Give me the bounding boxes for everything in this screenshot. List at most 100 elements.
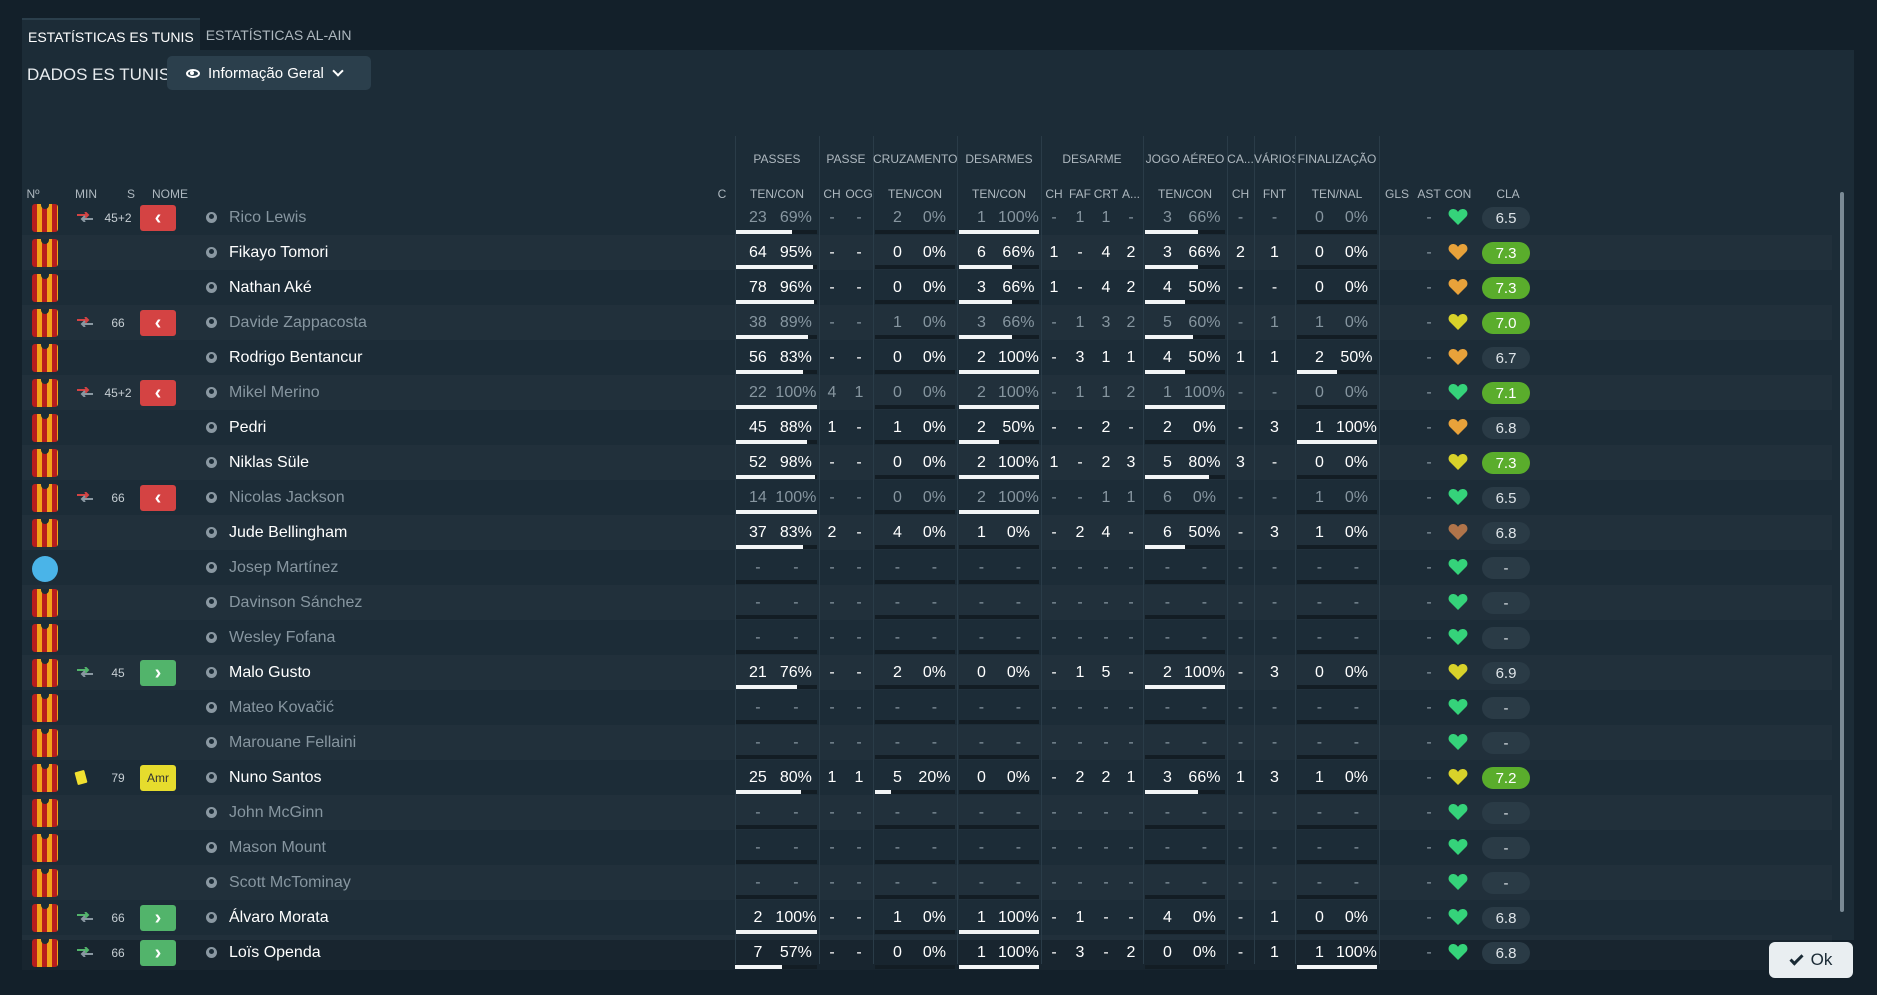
player-icon: [206, 317, 217, 328]
player-name[interactable]: Mateo Kovačić: [229, 690, 529, 725]
table-row[interactable]: Mateo Kovačić - - - - - - - - - - - - - - - - - - - -: [22, 690, 1832, 725]
ok-button[interactable]: Ok: [1769, 942, 1853, 978]
column-header[interactable]: TEN/CON: [873, 187, 957, 201]
player-name[interactable]: Davide Zappacosta: [229, 305, 529, 340]
passe-ch: -: [829, 663, 835, 681]
column-header[interactable]: OCG: [845, 187, 873, 201]
tab-estatisticas-es-tunis[interactable]: ESTATÍSTICAS ES TUNIS: [22, 18, 200, 50]
player-name[interactable]: Mason Mount: [229, 830, 529, 865]
table-row[interactable]: 66 ‹ Nicolas Jackson 14 100% - -0 0% 2 100% - -1 1 6 0…: [22, 480, 1832, 515]
table-row[interactable]: Nathan Aké 78 96% - -0 0% 3 66% 1-4 2 4 50% - -0 0% -7.…: [22, 270, 1832, 305]
varios-fnt: 1: [1270, 943, 1279, 961]
column-header[interactable]: FNT: [1254, 187, 1295, 201]
yellow-card-badge: Amr: [140, 765, 176, 791]
table-row[interactable]: 66 › Loïs Openda 7 57% - -0 0% 1 100% -3-2 0 0% -1 1 10…: [22, 935, 1832, 970]
fin-bar: [1297, 720, 1377, 724]
condition-heart-icon: [1448, 769, 1468, 785]
passes-bar-fill: [735, 965, 782, 969]
player-name[interactable]: Marouane Fellaini: [229, 725, 529, 760]
column-header[interactable]: FAF: [1067, 187, 1093, 201]
table-row[interactable]: Marouane Fellaini - - - - - - - - - - - - - - - - - - - -: [22, 725, 1832, 760]
fin-bar: [1297, 860, 1377, 864]
player-name[interactable]: Wesley Fofana: [229, 620, 529, 655]
table-row[interactable]: Davinson Sánchez - - - - - - - - - - - - - - - - - - - -: [22, 585, 1832, 620]
passe-ch: -: [829, 278, 835, 296]
column-header[interactable]: AST: [1415, 187, 1443, 201]
column-header[interactable]: GLS: [1379, 187, 1415, 201]
aereo-bar: [1145, 615, 1225, 619]
condition-heart-icon: [1448, 874, 1468, 890]
scrollbar[interactable]: [1840, 192, 1844, 912]
table-row[interactable]: 45+2 ‹ Rico Lewis 23 69% - -2 0% 1 100% -1 1-3 66% - -…: [22, 200, 1832, 235]
table-row[interactable]: John McGinn - - - - - - - - - - - - - - - - - - - -: [22, 795, 1832, 830]
player-name[interactable]: Malo Gusto: [229, 655, 529, 690]
column-header[interactable]: C: [715, 187, 729, 201]
table-row[interactable]: 45 › Malo Gusto 21 76% - -2 0% 0 0% -1 5-2 100% -3 0 0%…: [22, 655, 1832, 690]
player-name[interactable]: Jude Bellingham: [229, 515, 529, 550]
substitution-in-icon: [77, 912, 93, 922]
column-header[interactable]: TEN/CON: [1143, 187, 1227, 201]
player-name[interactable]: Fikayo Tomori: [229, 235, 529, 270]
table-row[interactable]: Scott McTominay - - - - - - - - - - - - - - - - - - - -: [22, 865, 1832, 900]
player-name[interactable]: John McGinn: [229, 795, 529, 830]
player-name[interactable]: Josep Martínez: [229, 550, 529, 585]
passes-bar-fill: [735, 440, 808, 444]
table-row[interactable]: 79 Amr Nuno Santos 25 80% 1 1 5 20% 0 0% -2 2 1 3 66% 1 3…: [22, 760, 1832, 795]
table-row[interactable]: 66 ‹ Davide Zappacosta 38 89% - -1 0% 3 66% -1 3 2 5 6…: [22, 305, 1832, 340]
column-header[interactable]: CH: [1227, 187, 1254, 201]
passes-bar-fill: [735, 300, 814, 304]
table-row[interactable]: Fikayo Tomori 64 95% - -0 0% 6 66% 1-4 2 3 66% 2 1 0 0%…: [22, 235, 1832, 270]
column-header[interactable]: TEN/CON: [735, 187, 819, 201]
column-header[interactable]: CH: [1041, 187, 1067, 201]
table-row[interactable]: Rodrigo Bentancur 56 83% - -0 0% 2 100% -3 1 1 4 50%…: [22, 340, 1832, 375]
passe-ocg: 1: [854, 383, 864, 401]
table-row[interactable]: 66 › Álvaro Morata 2 100% - -1 0% 1 100% -1- -4 0% -1…: [22, 900, 1832, 935]
column-header[interactable]: CH: [819, 187, 845, 201]
player-name[interactable]: Davinson Sánchez: [229, 585, 529, 620]
column-header[interactable]: TEN/CON: [957, 187, 1041, 201]
shirt-icon: [32, 274, 58, 302]
column-header[interactable]: TEN/NAL: [1295, 187, 1379, 201]
player-name[interactable]: Rico Lewis: [229, 200, 529, 235]
player-name[interactable]: Nicolas Jackson: [229, 480, 529, 515]
desarme-faf: 1: [1075, 208, 1085, 226]
column-header[interactable]: CLA: [1473, 187, 1543, 201]
column-divider: [735, 136, 736, 964]
column-header[interactable]: CON: [1443, 187, 1473, 201]
fin-bar: [1297, 685, 1377, 689]
player-name[interactable]: Rodrigo Bentancur: [229, 340, 529, 375]
table-row[interactable]: Wesley Fofana - - - - - - - - - - - - - - - - - - - -: [22, 620, 1832, 655]
desarme-crt: -: [1103, 628, 1109, 646]
player-name[interactable]: Mikel Merino: [229, 375, 529, 410]
tab-estatisticas-al-ain[interactable]: ESTATÍSTICAS AL-AIN: [200, 18, 358, 50]
column-header[interactable]: Nº: [22, 187, 44, 201]
column-header[interactable]: S: [122, 187, 140, 201]
table-row[interactable]: Jude Bellingham 37 83% 2-4 0% 1 0% -2 4-6 50% -3 1 0…: [22, 515, 1832, 550]
condition-heart-icon: [1448, 244, 1468, 260]
table-row[interactable]: Niklas Süle 52 98% - -0 0% 2 100% 1-2 3 5 80% 3-0 0% -…: [22, 445, 1832, 480]
table-row[interactable]: Pedri 45 88% 1-1 0% 2 50% - -2-2 0% -3 1 100% -6.8: [22, 410, 1832, 445]
passes-bar: [735, 300, 817, 304]
view-dropdown[interactable]: Informação Geral: [167, 56, 371, 90]
player-name[interactable]: Niklas Süle: [229, 445, 529, 480]
ca-ch: -: [1237, 593, 1244, 611]
column-header[interactable]: NOME: [152, 187, 192, 201]
goals: [1379, 480, 1415, 515]
player-name[interactable]: Pedri: [229, 410, 529, 445]
table-row[interactable]: Mason Mount - - - - - - - - - - - - - - - - - - - -: [22, 830, 1832, 865]
cruz-bar: [875, 300, 955, 304]
player-name[interactable]: Scott McTominay: [229, 865, 529, 900]
player-name[interactable]: Nathan Aké: [229, 270, 529, 305]
passe-ch: -: [829, 873, 835, 891]
table-row[interactable]: Josep Martínez - - - - - - - - - - - - - - - - - - - -: [22, 550, 1832, 585]
column-header[interactable]: CRT: [1093, 187, 1119, 201]
column-header[interactable]: A...: [1119, 187, 1143, 201]
passes-bar-fill: [735, 545, 804, 549]
group-header: CA...: [1227, 152, 1254, 166]
player-name[interactable]: Loïs Openda: [229, 935, 529, 970]
column-header[interactable]: MIN: [72, 187, 100, 201]
table-row[interactable]: 45+2 ‹ Mikel Merino 22 100% 4 1 0 0% 2 100% -1 1 2 1 10…: [22, 375, 1832, 410]
player-name[interactable]: Nuno Santos: [229, 760, 529, 795]
minutes: 45: [111, 665, 125, 680]
player-name[interactable]: Álvaro Morata: [229, 900, 529, 935]
